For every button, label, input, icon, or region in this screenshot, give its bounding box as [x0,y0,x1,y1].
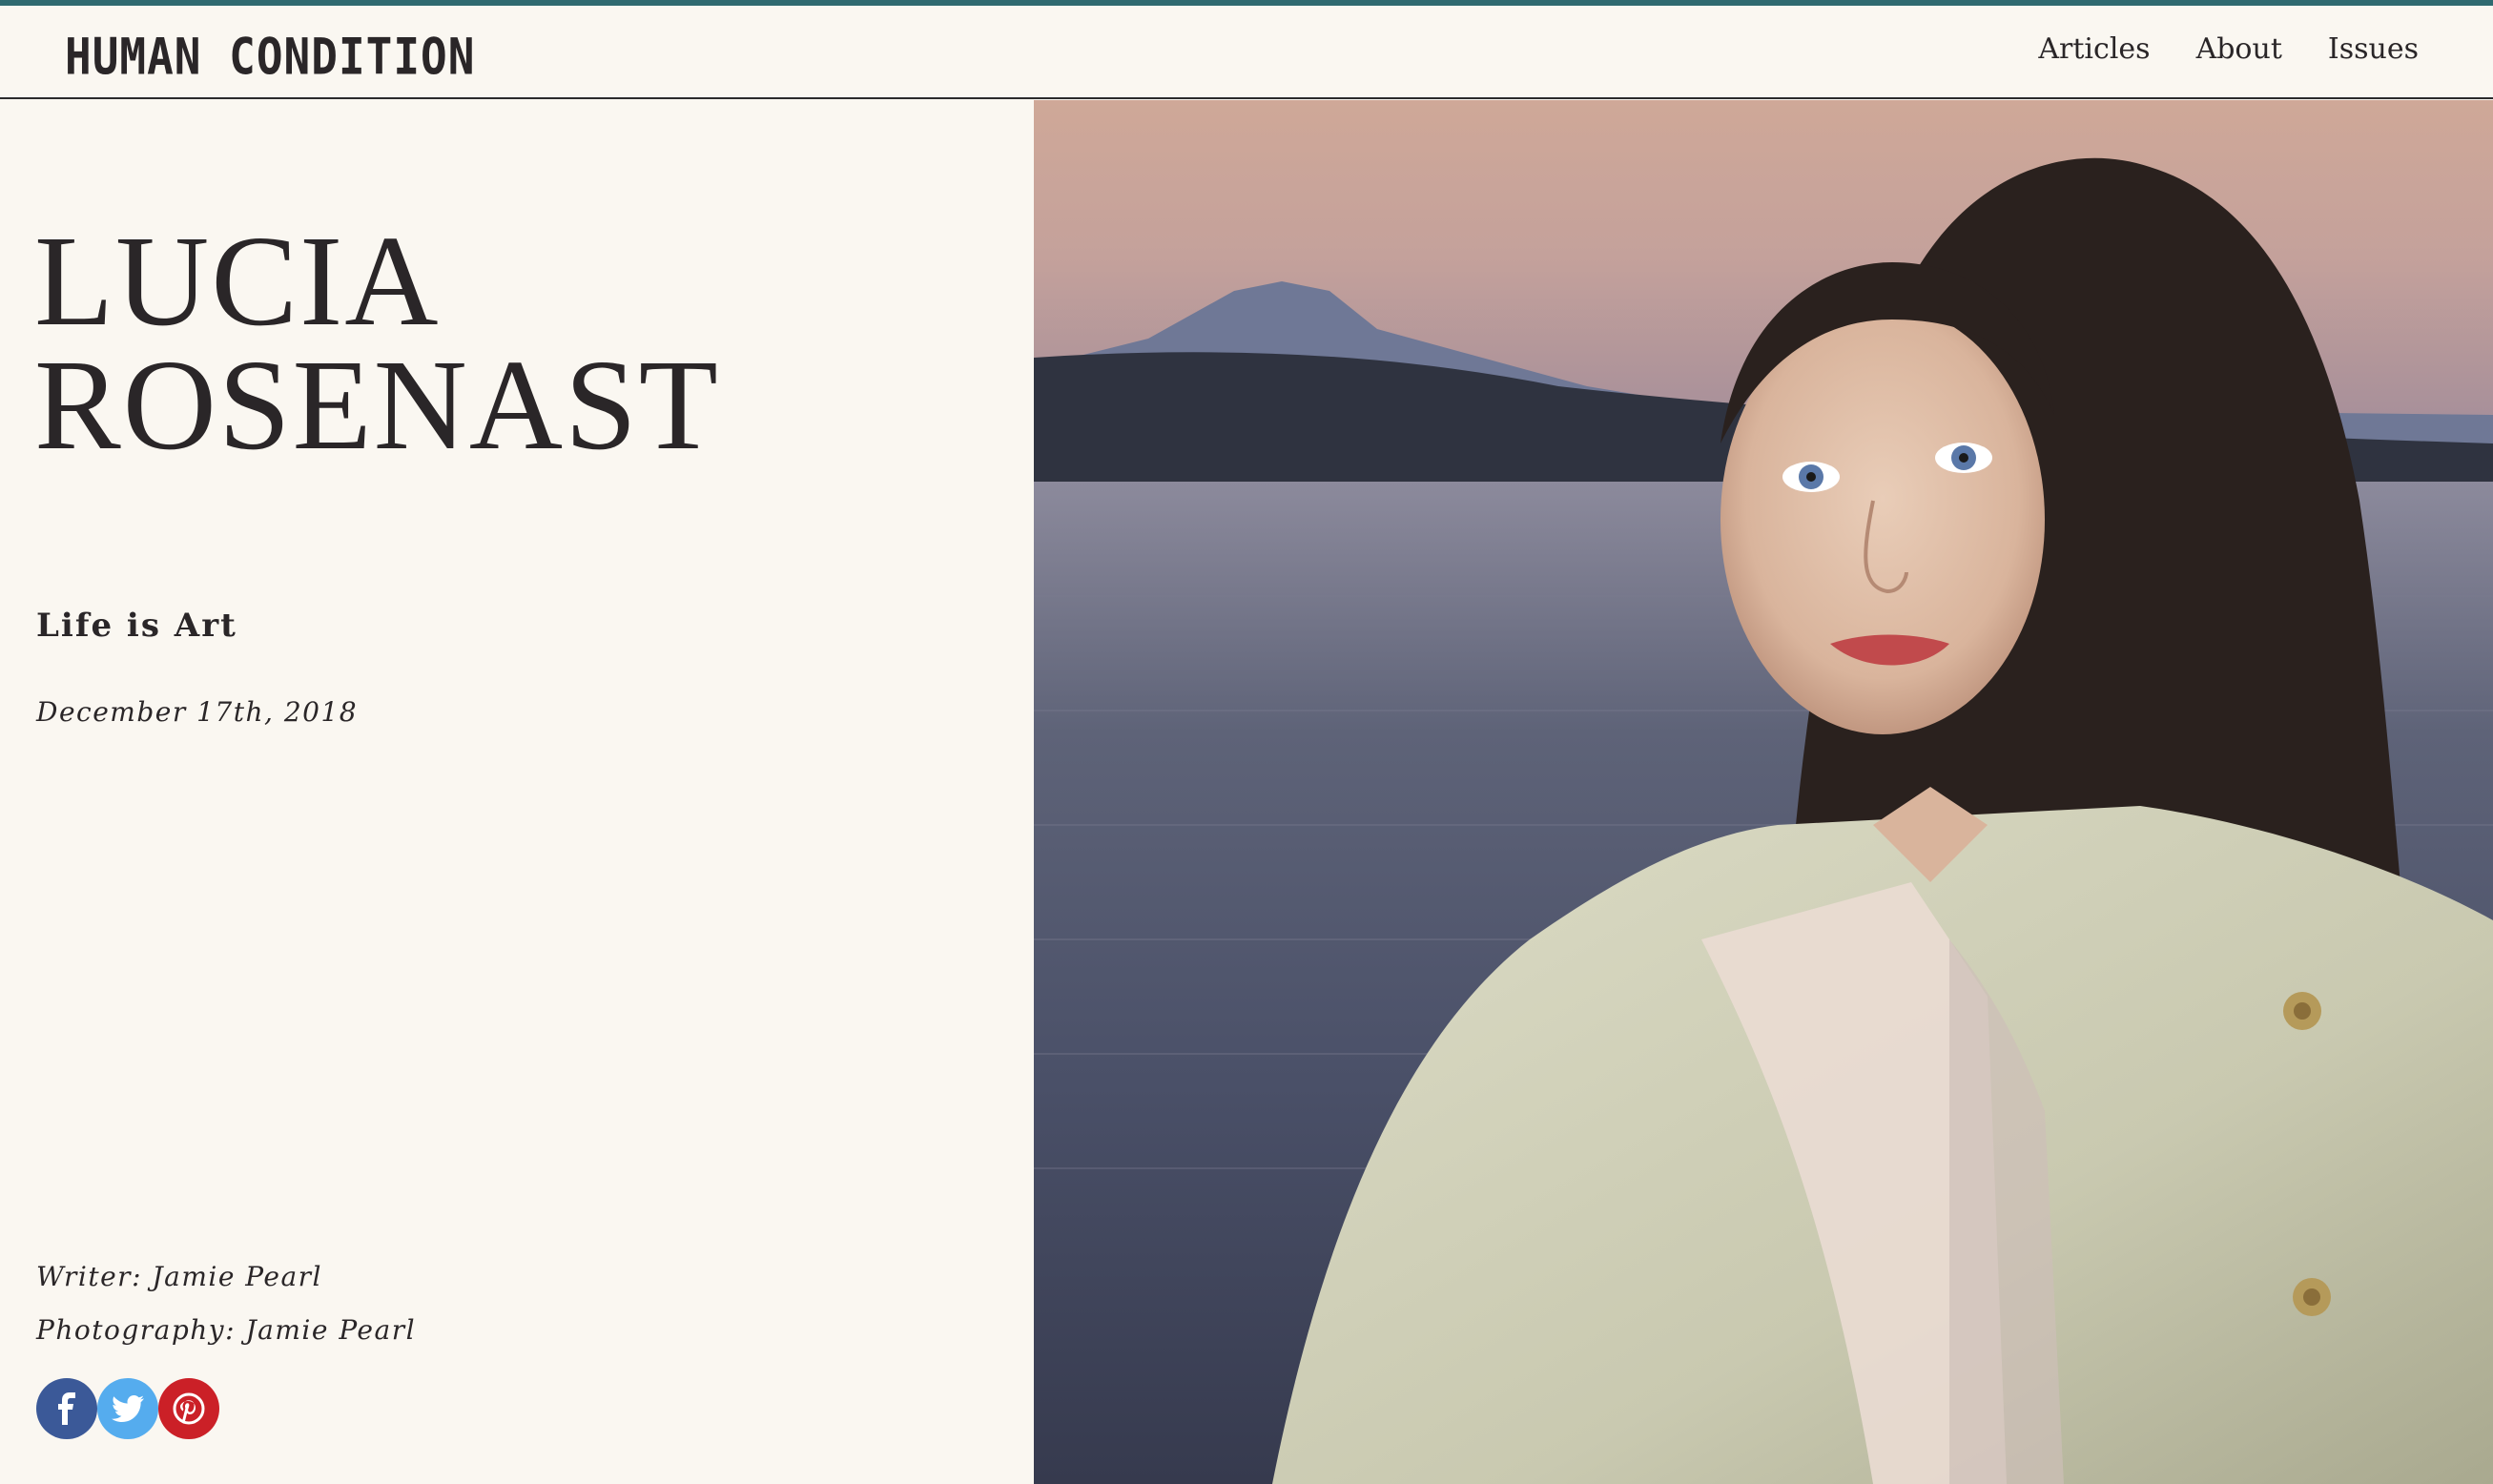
nav-about[interactable]: About [2196,32,2282,66]
writer-credit: Writer: Jamie Pearl [36,1261,322,1292]
facebook-icon [58,1392,75,1425]
nav-articles[interactable]: Articles [2038,32,2150,66]
article-title-line-2: ROSENAST [34,334,720,477]
article-title: LUCIA ROSENAST [34,210,720,477]
share-buttons [36,1378,219,1439]
main-nav: Articles About Issues [2038,32,2419,66]
twitter-share-button[interactable] [97,1378,158,1439]
article-title-line-1: LUCIA [34,210,441,353]
twitter-icon [112,1395,144,1422]
article-subtitle: Life is Art [36,607,237,645]
facebook-share-button[interactable] [36,1378,97,1439]
hero-portrait-image [1034,100,2493,1484]
photography-credit: Photography: Jamie Pearl [36,1314,417,1346]
pinterest-share-button[interactable] [158,1378,219,1439]
site-header: HUMAN CONDITION Articles About Issues [0,6,2493,99]
site-logo[interactable]: HUMAN CONDITION [65,27,475,86]
pinterest-icon [173,1392,205,1425]
portrait-illustration [1034,100,2493,1484]
article-date: December 17th, 2018 [36,696,359,728]
nav-issues[interactable]: Issues [2328,32,2419,66]
